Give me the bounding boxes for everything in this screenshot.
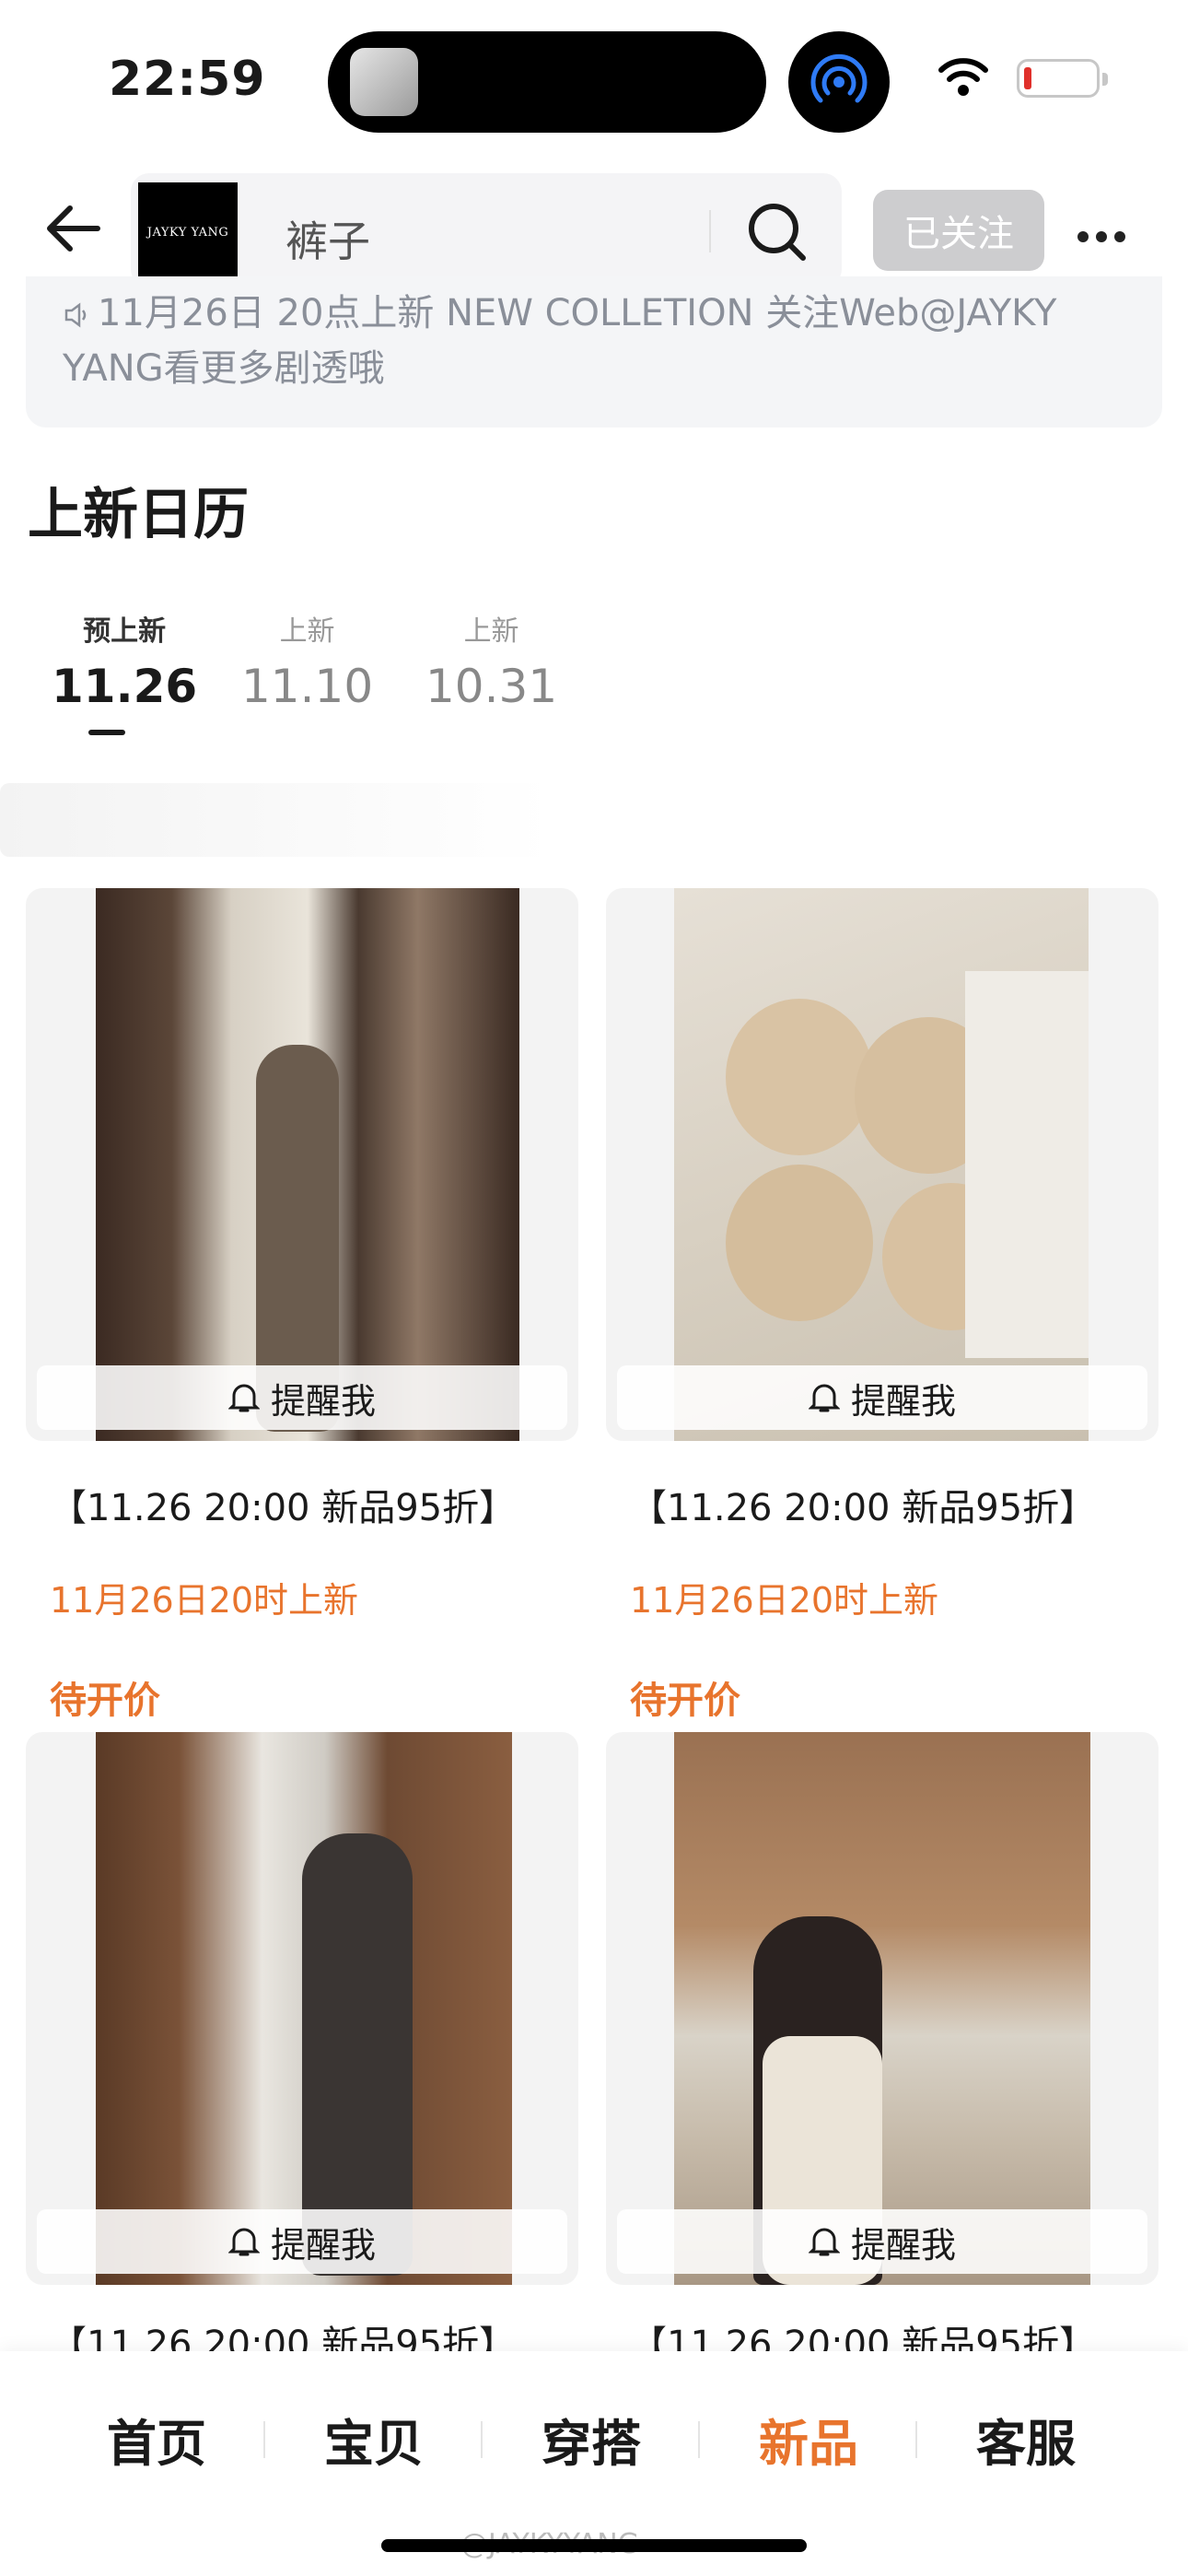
nav-items[interactable]: 宝贝: [273, 2403, 475, 2476]
nav-divider: [915, 2421, 917, 2458]
product-card[interactable]: 提醒我 【11.26 20:00 新品95折】: [26, 1732, 578, 2368]
dynamic-island: [328, 31, 766, 133]
brand-logo[interactable]: JAYKY YANG: [138, 182, 238, 282]
search-divider: [709, 210, 711, 252]
wifi-icon: [938, 58, 988, 96]
home-indicator[interactable]: [381, 2539, 807, 2552]
shop-search-box[interactable]: JAYKY YANG 裤子: [131, 173, 842, 287]
tab-label: 上新: [463, 615, 519, 648]
announcement-text: 11月26日 20点上新 NEW COLLETION 关注Web@JAYKY Y…: [63, 292, 1057, 390]
remind-label: 提醒我: [850, 1380, 956, 1422]
product-title[interactable]: 【11.26 20:00 新品95折】: [606, 1478, 1159, 1531]
announcement-banner[interactable]: 11月26日 20点上新 NEW COLLETION 关注Web@JAYKY Y…: [26, 276, 1162, 427]
search-input[interactable]: 裤子: [285, 208, 370, 269]
airdrop-icon: [788, 31, 890, 133]
tab-label: 上新: [279, 615, 335, 648]
product-image[interactable]: 提醒我: [26, 888, 578, 1441]
product-image[interactable]: 提醒我: [606, 1732, 1159, 2285]
nav-divider: [263, 2421, 265, 2458]
product-card[interactable]: 提醒我 【11.26 20:00 新品95折】 11月26日20时上新 待开价: [26, 888, 578, 1724]
calendar-title: 上新日历: [28, 483, 249, 547]
remind-me-button[interactable]: 提醒我: [37, 1365, 567, 1430]
product-image[interactable]: 提醒我: [26, 1732, 578, 2285]
remind-me-button[interactable]: 提醒我: [37, 2209, 567, 2274]
follow-button[interactable]: 已关注: [873, 190, 1044, 271]
launch-time: 11月26日20时上新: [50, 1580, 359, 1621]
bell-icon: [227, 1384, 260, 1412]
status-time: 22:59: [109, 52, 266, 107]
back-arrow-icon[interactable]: [44, 199, 103, 258]
nav-divider: [481, 2421, 483, 2458]
remind-label: 提醒我: [270, 2224, 376, 2266]
more-icon[interactable]: [1077, 228, 1133, 246]
price-label: 待开价: [50, 1680, 160, 1722]
faded-scroll-content: [0, 783, 553, 857]
bell-icon: [808, 1384, 840, 1412]
product-title[interactable]: 【11.26 20:00 新品95折】: [26, 1478, 578, 1531]
price-label: 待开价: [630, 1680, 740, 1722]
tab-date-1110[interactable]: 上新 11.10: [241, 608, 373, 713]
product-card[interactable]: 提醒我 【11.26 20:00 新品95折】 11月26日20时上新 待开价: [606, 888, 1159, 1724]
tab-date: 11.26: [52, 660, 198, 713]
product-image[interactable]: 提醒我: [606, 888, 1159, 1441]
speaker-icon: [64, 302, 87, 328]
tab-label: 预上新: [83, 615, 167, 648]
nav-customer-service[interactable]: 客服: [925, 2403, 1127, 2476]
remind-me-button[interactable]: 提醒我: [617, 2209, 1147, 2274]
bell-icon: [227, 2228, 260, 2256]
active-tab-indicator: [88, 730, 125, 735]
product-card[interactable]: 提醒我 【11.26 20:00 新品95折】: [606, 1732, 1159, 2368]
battery-icon: [1017, 59, 1108, 98]
remind-label: 提醒我: [850, 2224, 956, 2266]
tab-date: 10.31: [425, 660, 558, 713]
nav-new-arrivals[interactable]: 新品: [707, 2403, 910, 2476]
nav-outfits[interactable]: 穿搭: [490, 2403, 693, 2476]
launch-time: 11月26日20时上新: [630, 1580, 939, 1621]
tab-date-1031[interactable]: 上新 10.31: [425, 608, 557, 713]
search-icon[interactable]: [746, 201, 807, 262]
live-activity-app-icon: [350, 48, 418, 116]
nav-divider: [698, 2421, 700, 2458]
bell-icon: [808, 2228, 840, 2256]
remind-label: 提醒我: [270, 1380, 376, 1422]
nav-home[interactable]: 首页: [55, 2403, 258, 2476]
tab-date-1126[interactable]: 预上新 11.26: [52, 608, 197, 713]
remind-me-button[interactable]: 提醒我: [617, 1365, 1147, 1430]
status-bar: 22:59: [0, 0, 1188, 157]
tab-date: 11.10: [241, 660, 374, 713]
